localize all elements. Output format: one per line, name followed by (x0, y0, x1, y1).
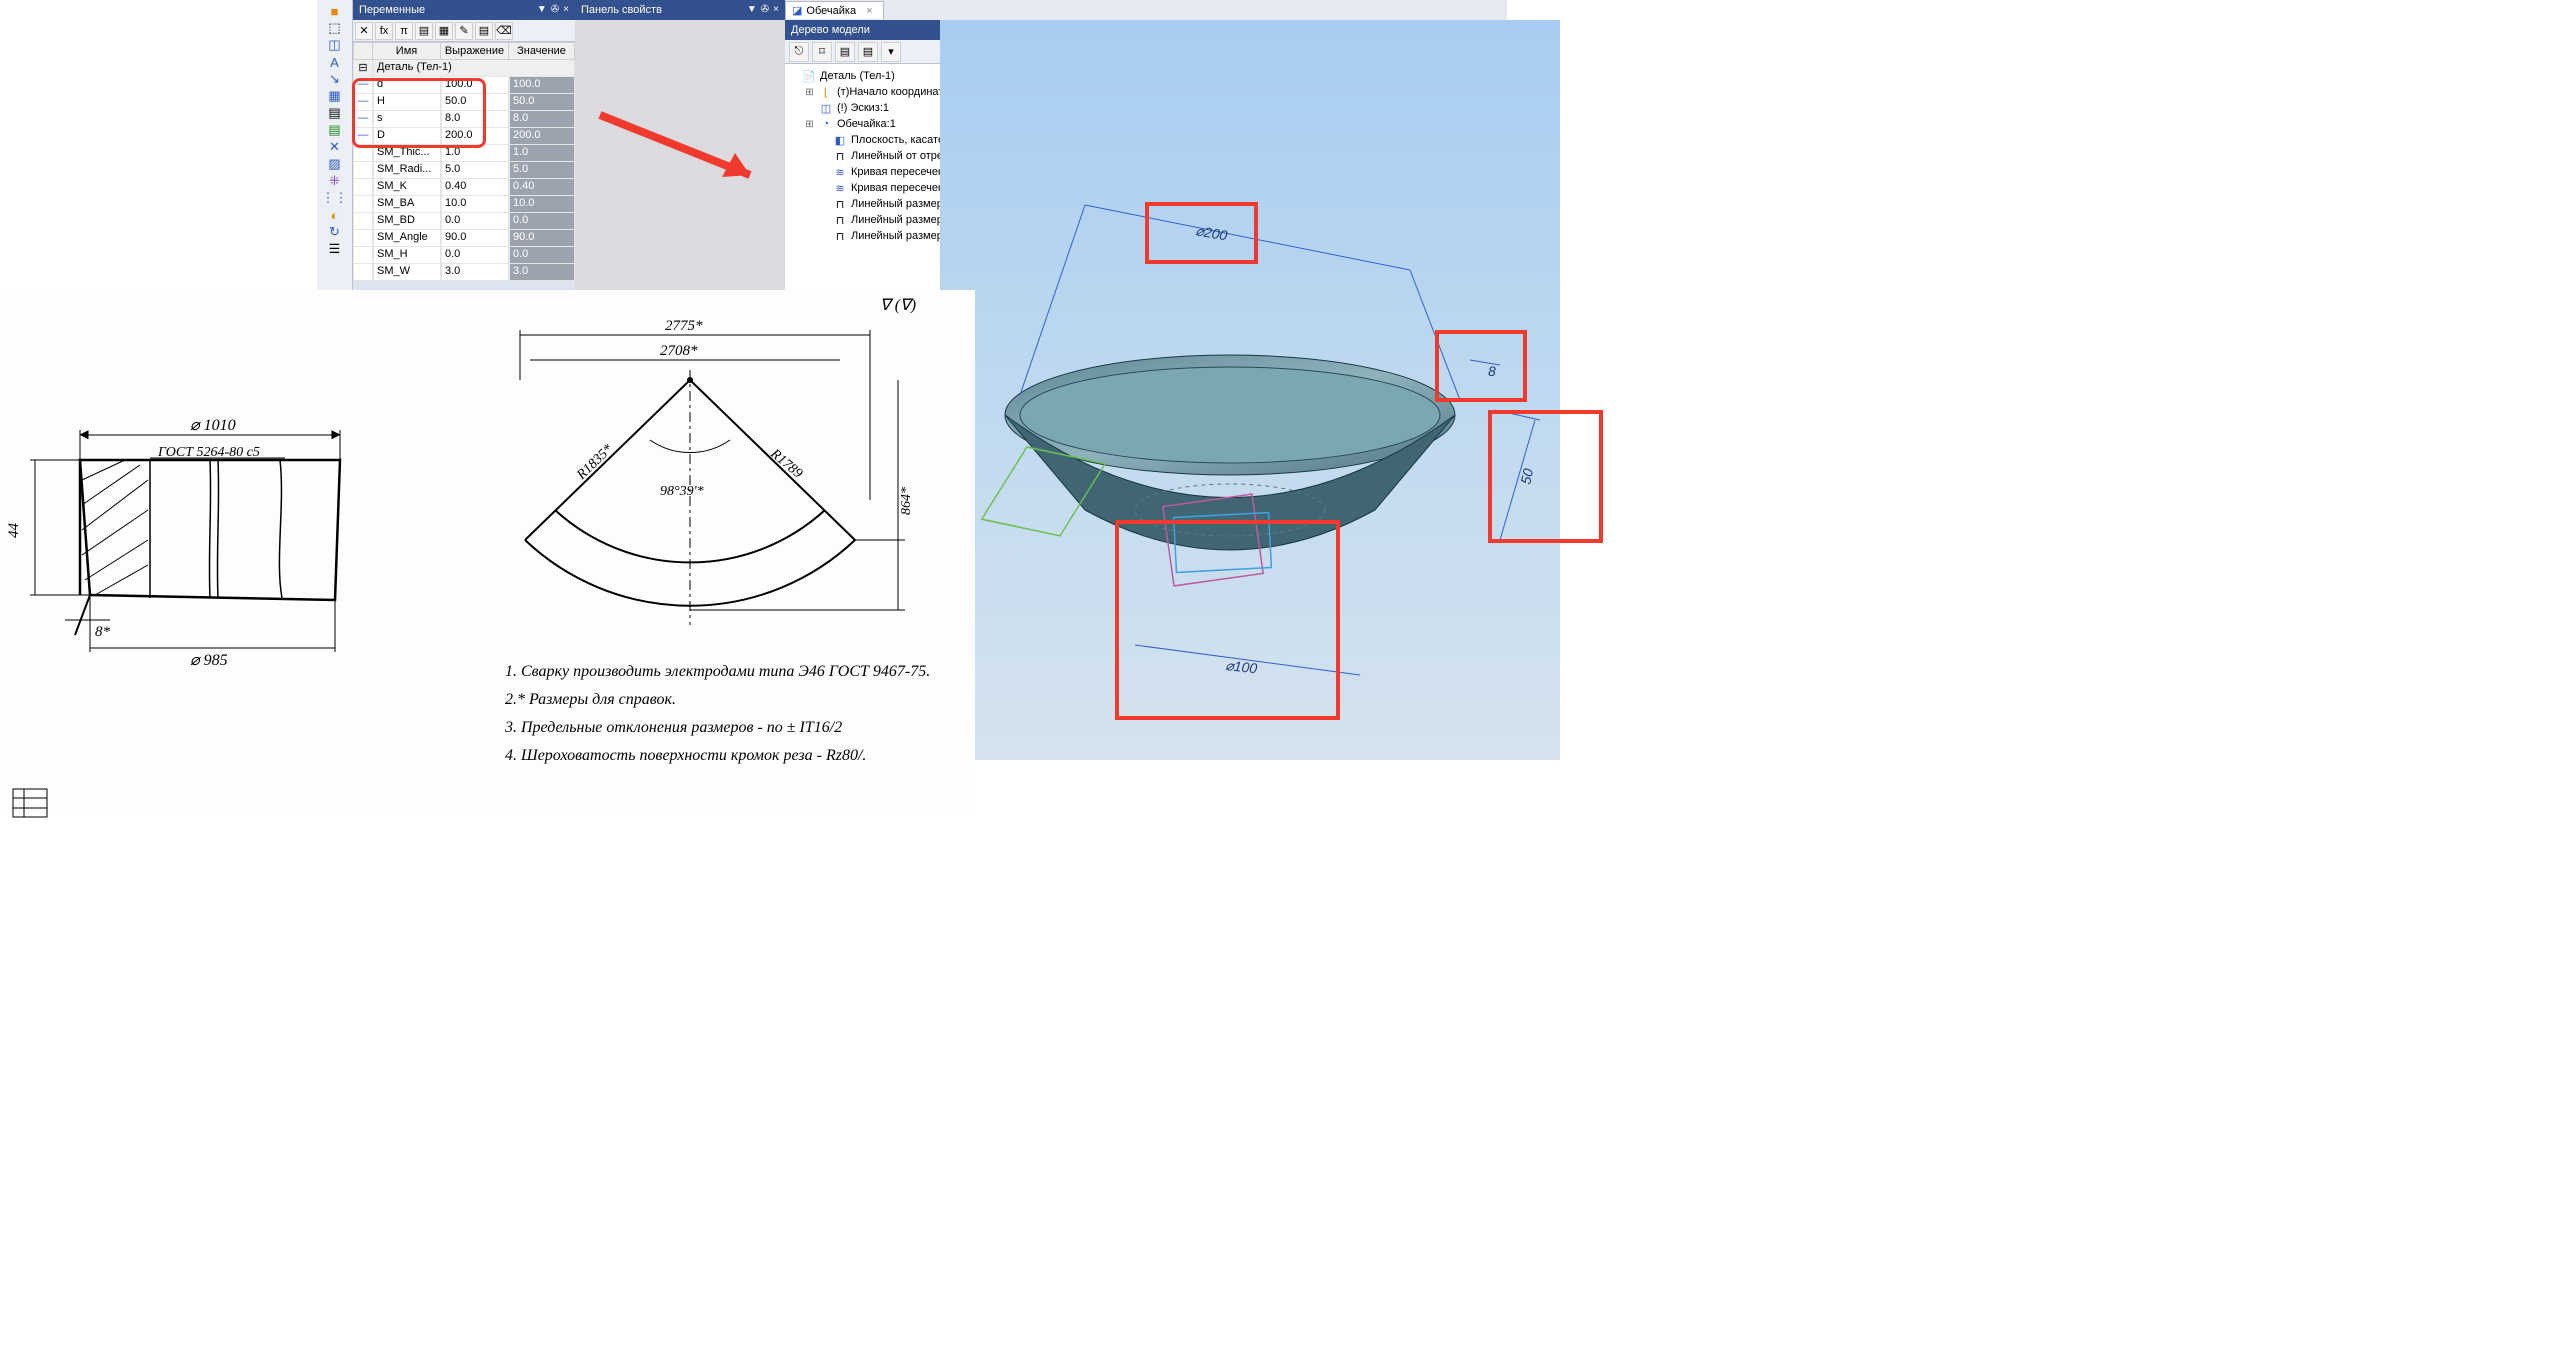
edit-icon[interactable]: ▤ (319, 122, 351, 138)
drawing-notes: 1. Сварку производить электродами типа Э… (505, 660, 965, 772)
highlight-box-thickness (1435, 330, 1527, 402)
svg-text:2708*: 2708* (660, 343, 698, 359)
selection-icon[interactable]: ⬚ (319, 20, 351, 36)
toolbar-button[interactable]: ▤ (475, 22, 493, 40)
panel-close-icon[interactable]: × (563, 0, 569, 20)
variable-row[interactable]: SM_Angle90.090.0 (353, 230, 575, 247)
highlight-box-height (1488, 410, 1603, 543)
svg-text:44: 44 (6, 523, 22, 539)
tree-tool-button[interactable]: ▾ (881, 42, 901, 62)
col-expr[interactable]: Выражение (441, 42, 509, 60)
variable-row[interactable]: SM_BA10.010.0 (353, 196, 575, 213)
curve-icon: ≋ (832, 165, 848, 179)
panel-pin-icon[interactable]: ▼ (537, 0, 547, 20)
highlight-box-diameter-d (1115, 520, 1340, 720)
panel-title: Панель свойств (581, 0, 662, 20)
variables-grid-header: Имя Выражение Значение (353, 42, 575, 60)
toolbar-button[interactable]: ✎ (455, 22, 473, 40)
file-tabs: ◪ Обечайка × (785, 0, 1507, 20)
mirror-icon[interactable]: ◐ (319, 207, 351, 223)
note-line: 1. Сварку производить электродами типа Э… (505, 660, 965, 684)
curve-icon: ≋ (832, 181, 848, 195)
svg-text:2775*: 2775* (665, 318, 703, 334)
model-viewport[interactable]: ⌀200 8 50 ⌀100 (940, 20, 1560, 760)
measure-icon[interactable]: ↘ (319, 71, 351, 87)
file-tab[interactable]: ◪ Обечайка × (785, 1, 884, 19)
properties-panel: Панель свойств ▼ ✇ × (575, 0, 785, 295)
properties-panel-header[interactable]: Панель свойств ▼ ✇ × (575, 0, 785, 20)
toolbar-button[interactable]: ▤ (415, 22, 433, 40)
feature-icon: ◔ (818, 117, 834, 131)
col-name[interactable]: Имя (373, 42, 441, 60)
array-icon[interactable]: ⋮⋮ (319, 190, 351, 206)
tree-tool-button[interactable]: ▤ (835, 42, 855, 62)
tree-tool-button[interactable]: ▤ (858, 42, 878, 62)
toolbar-button[interactable]: ✕ (355, 22, 373, 40)
variables-panel-header[interactable]: Переменные ▼ ✇ × (353, 0, 575, 20)
file-icon: ◪ (792, 4, 802, 17)
svg-text:⌀ 985: ⌀ 985 (190, 652, 228, 669)
dimension-icon: ⊓ (832, 149, 848, 163)
origin-icon: ⌊ (818, 85, 834, 99)
variable-row[interactable]: SM_W3.03.0 (353, 264, 575, 281)
svg-text:R1835*: R1835* (574, 442, 616, 484)
revolve-icon[interactable]: ↻ (319, 224, 351, 240)
tool-icon[interactable]: ■ (319, 3, 351, 19)
title-block-fragment (12, 788, 48, 818)
svg-text:R1789: R1789 (767, 446, 805, 482)
svg-text:∇ (∇): ∇ (∇) (880, 297, 916, 314)
sketch-icon: ◫ (818, 101, 834, 115)
variables-toolbar: ✕ fx π ▤ ▦ ✎ ▤ ⌫ (353, 20, 575, 42)
toolbar-button[interactable]: ⌫ (495, 22, 513, 40)
fx-button[interactable]: fx (375, 22, 393, 40)
vertical-toolbar: ■ ⬚ ◫ A ↘ ▦ ▤ ▤ ✕ ▨ ⁜ ⋮⋮ ◐ ↻ ☰ (317, 0, 353, 295)
panel-dock-icon[interactable]: ✇ (551, 0, 559, 20)
variable-row[interactable]: SM_H0.00.0 (353, 247, 575, 264)
pi-button[interactable]: π (395, 22, 413, 40)
dimension-icon: ⊓ (832, 229, 848, 243)
note-line: 3. Предельные отклонения размеров - по ±… (505, 716, 965, 740)
tab-close-icon[interactable]: × (866, 5, 872, 17)
panel-close-icon[interactable]: × (773, 0, 779, 20)
col-value[interactable]: Значение (509, 42, 575, 60)
dimension-icon: ⊓ (832, 197, 848, 211)
highlight-box-diameter-D (1145, 202, 1258, 264)
sketch-icon[interactable]: ◫ (319, 37, 351, 53)
dimension-icon: ⊓ (832, 213, 848, 227)
scale-icon[interactable]: ▨ (319, 156, 351, 172)
svg-text:⌀ 1010: ⌀ 1010 (190, 417, 236, 434)
note-line: 2.* Размеры для справок. (505, 688, 965, 712)
svg-text:98°39'*: 98°39'* (660, 484, 704, 499)
variables-root-row[interactable]: ⊟ Деталь (Тел-1) (353, 60, 575, 77)
variable-row[interactable]: SM_K0.400.40 (353, 179, 575, 196)
plane-icon: ◧ (832, 133, 848, 147)
file-tab-label: Обечайка (806, 5, 856, 17)
note-line: 4. Шероховатость поверхности кромок реза… (505, 744, 965, 768)
panel-title: Дерево модели (791, 20, 870, 40)
more-icon[interactable]: ☰ (319, 241, 351, 257)
pattern-icon[interactable]: ⁜ (319, 173, 351, 189)
panel-dock-icon[interactable]: ✇ (761, 0, 769, 20)
panel-title: Переменные (359, 0, 425, 20)
panel-pin-icon[interactable]: ▼ (747, 0, 757, 20)
tree-tool-button[interactable]: ⎋ (789, 42, 809, 62)
part-icon: 📄 (801, 69, 817, 83)
toolbar-button[interactable]: ▦ (435, 22, 453, 40)
text-icon[interactable]: A (319, 54, 351, 70)
tree-tool-button[interactable]: ⌑ (812, 42, 832, 62)
variable-row[interactable]: SM_BD0.00.0 (353, 213, 575, 230)
highlight-box-variables (352, 78, 486, 148)
list-icon[interactable]: ▤ (319, 105, 351, 121)
svg-text:864*: 864* (899, 487, 914, 515)
svg-text:8*: 8* (95, 624, 111, 640)
properties-body (575, 20, 785, 295)
variable-row[interactable]: SM_Radi...5.05.0 (353, 162, 575, 179)
axis-icon[interactable]: ✕ (319, 139, 351, 155)
grid-icon[interactable]: ▦ (319, 88, 351, 104)
